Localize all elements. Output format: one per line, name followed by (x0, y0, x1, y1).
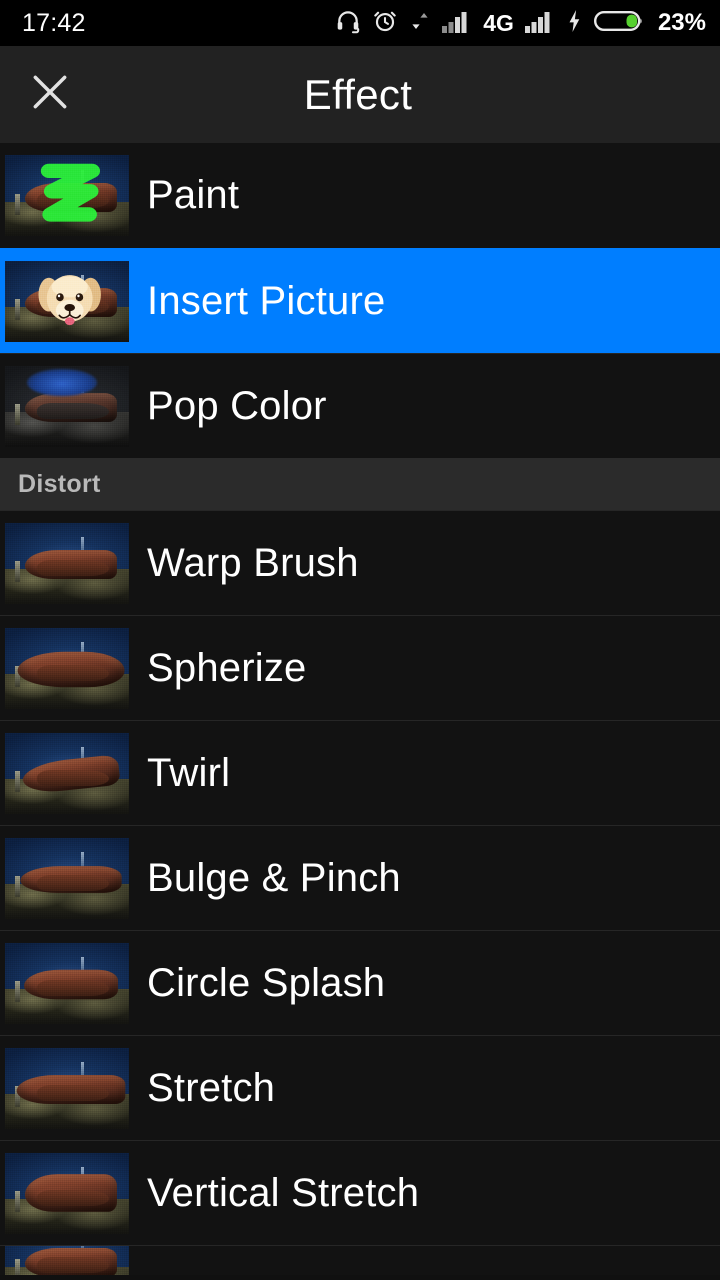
effect-thumbnail-circle-splash (5, 942, 129, 1024)
effect-row-twirl[interactable]: Twirl (0, 720, 720, 825)
effect-thumbnail-paint (5, 155, 129, 236)
close-x-icon (28, 70, 72, 119)
effect-label: Circle Splash (147, 960, 386, 1005)
alarm-clock-icon (372, 8, 398, 39)
effect-label: Bulge & Pinch (147, 855, 401, 900)
effect-list[interactable]: Paint Insert Picture Pop Color Distort Warp … (0, 143, 720, 1280)
section-header-distort: Distort (0, 458, 720, 510)
status-icon-tray: 4G 23% (335, 8, 706, 39)
effect-thumbnail-insert-picture (5, 260, 129, 342)
effect-thumbnail-warp-brush (5, 522, 129, 604)
effect-label: Twirl (147, 750, 231, 795)
charging-bolt-icon (566, 9, 583, 38)
data-transfer-icon (409, 9, 431, 38)
status-clock: 17:42 (22, 8, 86, 37)
effect-label: Pop Color (147, 383, 327, 428)
effect-label: Insert Picture (147, 278, 386, 323)
effect-row-insert-picture[interactable]: Insert Picture (0, 248, 720, 353)
effect-row-vertical-stretch[interactable]: Vertical Stretch (0, 1140, 720, 1245)
effect-label: Paint (147, 173, 240, 217)
section-header-label: Distort (18, 469, 101, 498)
effect-thumbnail-stretch (5, 1047, 129, 1129)
app-bar: Effect (0, 46, 720, 143)
effect-thumbnail-spherize (5, 627, 129, 709)
effect-row-stretch[interactable]: Stretch (0, 1035, 720, 1140)
signal-bars-2-icon (524, 9, 555, 38)
status-bar: 17:42 4G 23% (0, 0, 720, 46)
effect-label: Warp Brush (147, 540, 359, 585)
effect-thumbnail-vertical-stretch (5, 1152, 129, 1234)
effect-label: Stretch (147, 1065, 276, 1110)
page-title: Effect (303, 70, 413, 118)
effect-thumbnail-twirl (5, 732, 129, 814)
effect-label: Vertical Stretch (147, 1170, 420, 1215)
effect-thumbnail-partial (5, 1246, 129, 1275)
effect-row-warp-brush[interactable]: Warp Brush (0, 510, 720, 615)
signal-bars-icon (442, 9, 472, 38)
effect-row-partial[interactable] (0, 1245, 720, 1275)
headphones-icon (335, 8, 361, 39)
network-type-label: 4G (483, 9, 514, 36)
effect-row-bulge-pinch[interactable]: Bulge & Pinch (0, 825, 720, 930)
effect-label: Spherize (147, 645, 307, 690)
close-button[interactable] (0, 46, 100, 143)
effect-row-paint[interactable]: Paint (0, 143, 720, 248)
effect-row-spherize[interactable]: Spherize (0, 615, 720, 720)
effect-row-circle-splash[interactable]: Circle Splash (0, 930, 720, 1035)
battery-icon (593, 8, 644, 39)
effect-row-pop-color[interactable]: Pop Color (0, 353, 720, 458)
effect-thumbnail-pop-color (5, 365, 129, 447)
effect-thumbnail-bulge-pinch (5, 837, 129, 919)
battery-percent-label: 23% (657, 9, 706, 36)
